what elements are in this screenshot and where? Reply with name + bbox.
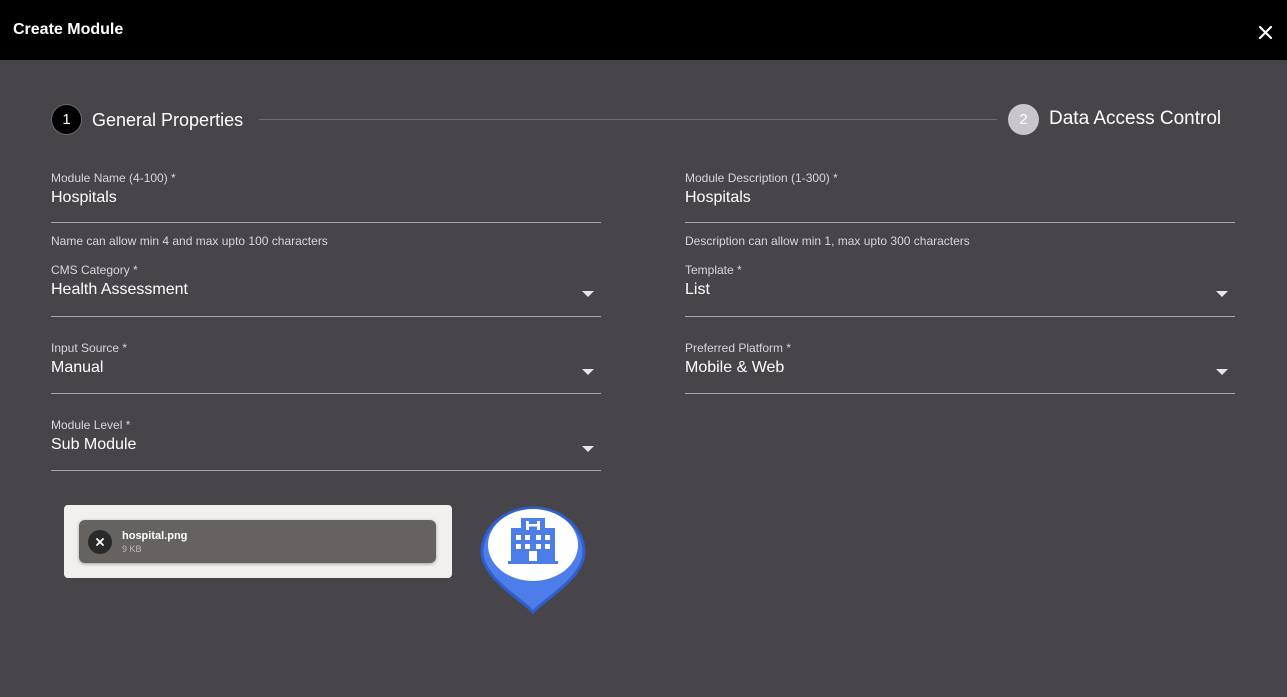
cms-category-underline	[51, 316, 601, 317]
input-source-underline	[51, 393, 601, 394]
chevron-down-icon[interactable]	[1216, 291, 1228, 297]
close-icon[interactable]	[1254, 21, 1276, 43]
module-description-label: Module Description (1-300) *	[685, 171, 838, 185]
input-source-value[interactable]: Manual	[51, 359, 103, 377]
cms-category-value[interactable]: Health Assessment	[51, 281, 188, 299]
module-name-field[interactable]: Module Name (4-100) * Hospitals Name can…	[51, 171, 601, 251]
hospital-map-pin-icon	[478, 504, 588, 616]
step-1-label[interactable]: General Properties	[92, 110, 243, 131]
preferred-platform-label: Preferred Platform *	[685, 341, 792, 355]
chevron-down-icon[interactable]	[582, 446, 594, 452]
template-underline	[685, 316, 1235, 317]
chevron-down-icon[interactable]	[1216, 369, 1228, 375]
module-description-hint: Description can allow min 1, max upto 30…	[685, 234, 970, 248]
remove-file-button[interactable]	[88, 530, 112, 554]
stepper-connector	[259, 119, 997, 120]
step-2-label[interactable]: Data Access Control	[1049, 108, 1221, 130]
module-name-hint: Name can allow min 4 and max upto 100 ch…	[51, 234, 328, 248]
modal-title: Create Module	[13, 21, 124, 38]
preferred-platform-select[interactable]: Preferred Platform * Mobile & Web	[685, 341, 1235, 395]
file-size: 9 KB	[122, 544, 142, 554]
file-name: hospital.png	[122, 530, 188, 542]
module-level-value[interactable]: Sub Module	[51, 436, 136, 454]
cms-category-label: CMS Category *	[51, 263, 138, 277]
template-label: Template *	[685, 263, 742, 277]
modal-header: Create Module	[0, 0, 1287, 60]
template-value[interactable]: List	[685, 281, 710, 299]
input-source-select[interactable]: Input Source * Manual	[51, 341, 601, 395]
chevron-down-icon[interactable]	[582, 369, 594, 375]
step-2-number[interactable]: 2	[1008, 104, 1039, 135]
module-level-label: Module Level *	[51, 418, 131, 432]
input-source-label: Input Source *	[51, 341, 128, 355]
module-level-underline	[51, 470, 601, 471]
preferred-platform-underline	[685, 393, 1235, 394]
module-name-label: Module Name (4-100) *	[51, 171, 176, 185]
module-level-select[interactable]: Module Level * Sub Module	[51, 418, 601, 472]
stepper: 1 General Properties 2 Data Access Contr…	[51, 104, 1235, 136]
cms-category-select[interactable]: CMS Category * Health Assessment	[51, 263, 601, 317]
uploaded-file-chip: hospital.png 9 KB	[79, 520, 436, 563]
module-name-input[interactable]: Hospitals	[51, 189, 117, 207]
close-icon	[96, 538, 104, 546]
module-description-underline	[685, 222, 1235, 223]
module-description-input[interactable]: Hospitals	[685, 189, 751, 207]
template-select[interactable]: Template * List	[685, 263, 1235, 317]
module-name-underline	[51, 222, 601, 223]
file-upload-dropzone[interactable]: hospital.png 9 KB	[64, 505, 452, 578]
module-description-field[interactable]: Module Description (1-300) * Hospitals D…	[685, 171, 1235, 251]
chevron-down-icon[interactable]	[582, 291, 594, 297]
preferred-platform-value[interactable]: Mobile & Web	[685, 359, 784, 377]
step-1-number[interactable]: 1	[51, 104, 82, 135]
